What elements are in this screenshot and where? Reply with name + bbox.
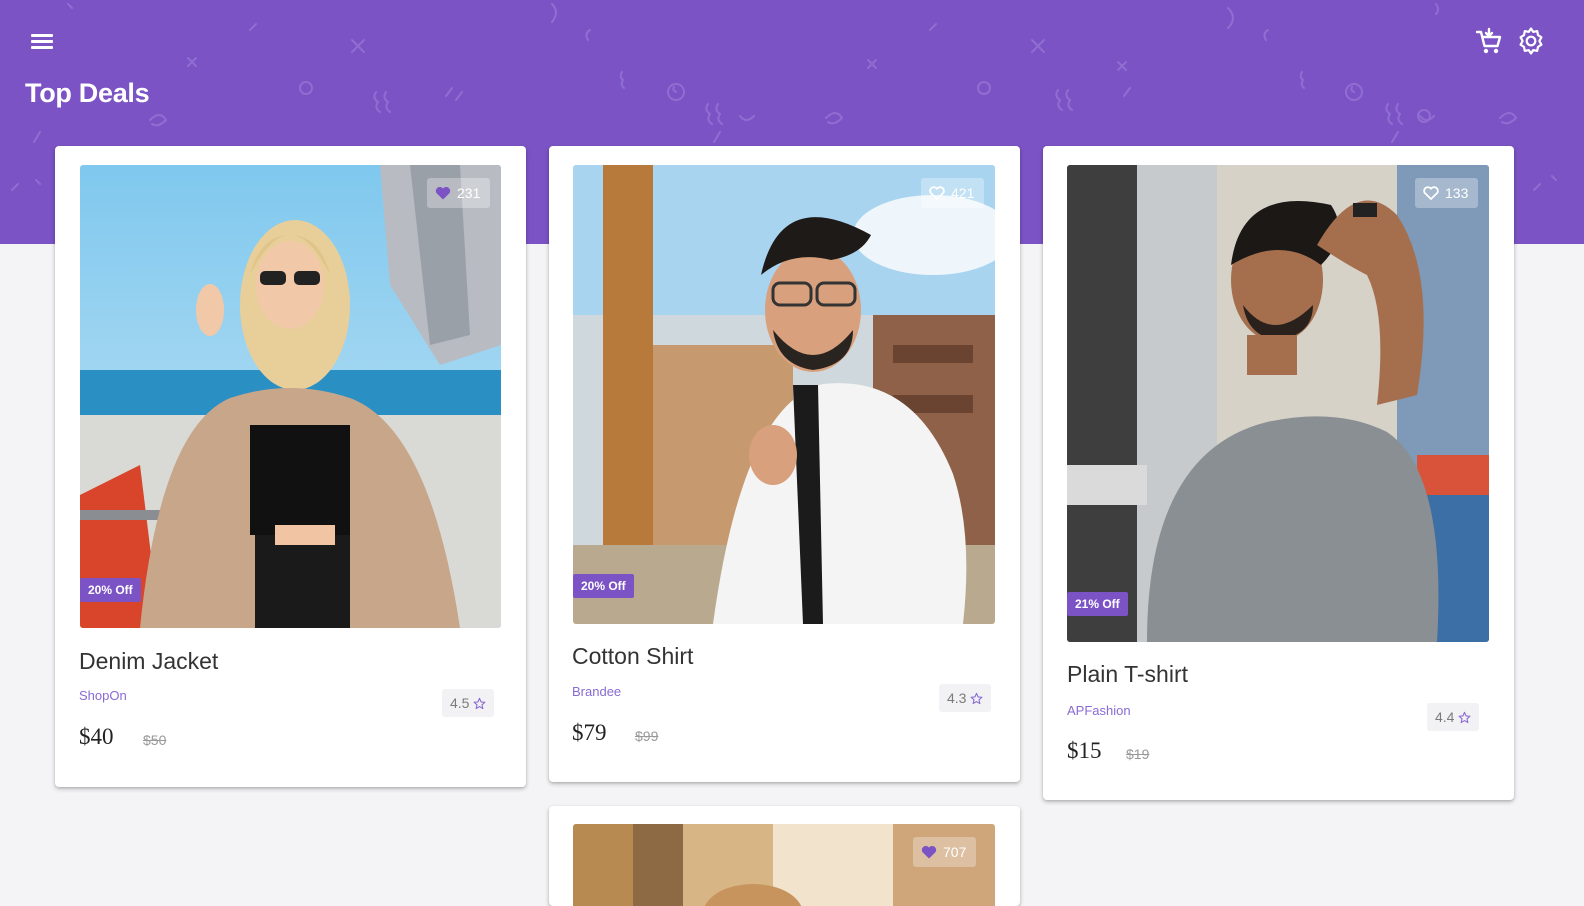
product-image-plain-tshirt (1067, 165, 1489, 642)
discount-badge: 20% Off (80, 578, 141, 602)
discount-badge: 20% Off (573, 574, 634, 598)
like-button[interactable]: 133 (1415, 178, 1479, 208)
product-name: Denim Jacket (79, 648, 219, 674)
rating-value: 4.5 (450, 695, 470, 711)
heart-outline-icon (929, 186, 945, 200)
cart-button[interactable] (1474, 26, 1504, 56)
product-photo (80, 165, 501, 628)
rating-badge: 4.5 (442, 689, 495, 717)
like-count: 231 (457, 185, 481, 201)
star-icon (971, 692, 983, 704)
product-name: Cotton Shirt (572, 643, 694, 669)
like-button[interactable]: 421 (921, 178, 985, 208)
menu-button[interactable] (28, 28, 56, 56)
heart-filled-icon (435, 186, 451, 200)
heart-outline-icon (1423, 186, 1439, 200)
rating-badge: 4.4 (1427, 703, 1480, 731)
like-count: 421 (951, 185, 975, 201)
like-button[interactable]: 707 (913, 837, 977, 867)
discount-badge: 21% Off (1067, 592, 1128, 616)
star-icon (474, 697, 486, 709)
menu-icon-bar-bottom (31, 46, 53, 49)
page-title: Top Deals (25, 78, 150, 108)
product-photo (1067, 165, 1489, 642)
product-card-plain-tshirt[interactable]: 133 21% Off Plain T-shirt APFashion 4.4 … (1043, 146, 1514, 800)
product-image-denim-jacket (80, 165, 501, 628)
menu-icon-bar-middle (31, 40, 53, 43)
price: $79 (572, 720, 607, 745)
like-count: 707 (943, 844, 967, 860)
rating-badge: 4.3 (939, 684, 992, 712)
original-price: $99 (635, 728, 659, 744)
product-card-cotton-shirt[interactable]: 421 20% Off Cotton Shirt Brandee 4.3 $79… (549, 146, 1020, 782)
product-name: Plain T-shirt (1067, 661, 1189, 687)
brand-name[interactable]: ShopOn (79, 688, 127, 703)
rating-value: 4.4 (1435, 709, 1455, 725)
product-photo (573, 165, 995, 624)
heart-filled-icon (921, 845, 937, 859)
settings-button[interactable] (1516, 26, 1546, 56)
price: $40 (79, 724, 114, 749)
shopping-cart-icon (1475, 27, 1502, 54)
star-icon (1459, 711, 1471, 723)
original-price: $50 (143, 732, 167, 748)
menu-icon-bar-top (31, 34, 53, 37)
original-price: $19 (1126, 746, 1150, 762)
product-image-cotton-shirt (573, 165, 995, 624)
brand-name[interactable]: APFashion (1067, 703, 1131, 718)
product-card-denim-jacket[interactable]: 231 20% Off Denim Jacket ShopOn 4.5 $40 … (55, 146, 526, 787)
price: $15 (1067, 738, 1102, 763)
settings-icon (1519, 27, 1543, 55)
like-count: 133 (1445, 185, 1469, 201)
product-card-4[interactable]: 707 (549, 806, 1020, 906)
brand-name[interactable]: Brandee (572, 684, 621, 699)
like-button[interactable]: 231 (427, 178, 491, 208)
rating-value: 4.3 (947, 690, 967, 706)
